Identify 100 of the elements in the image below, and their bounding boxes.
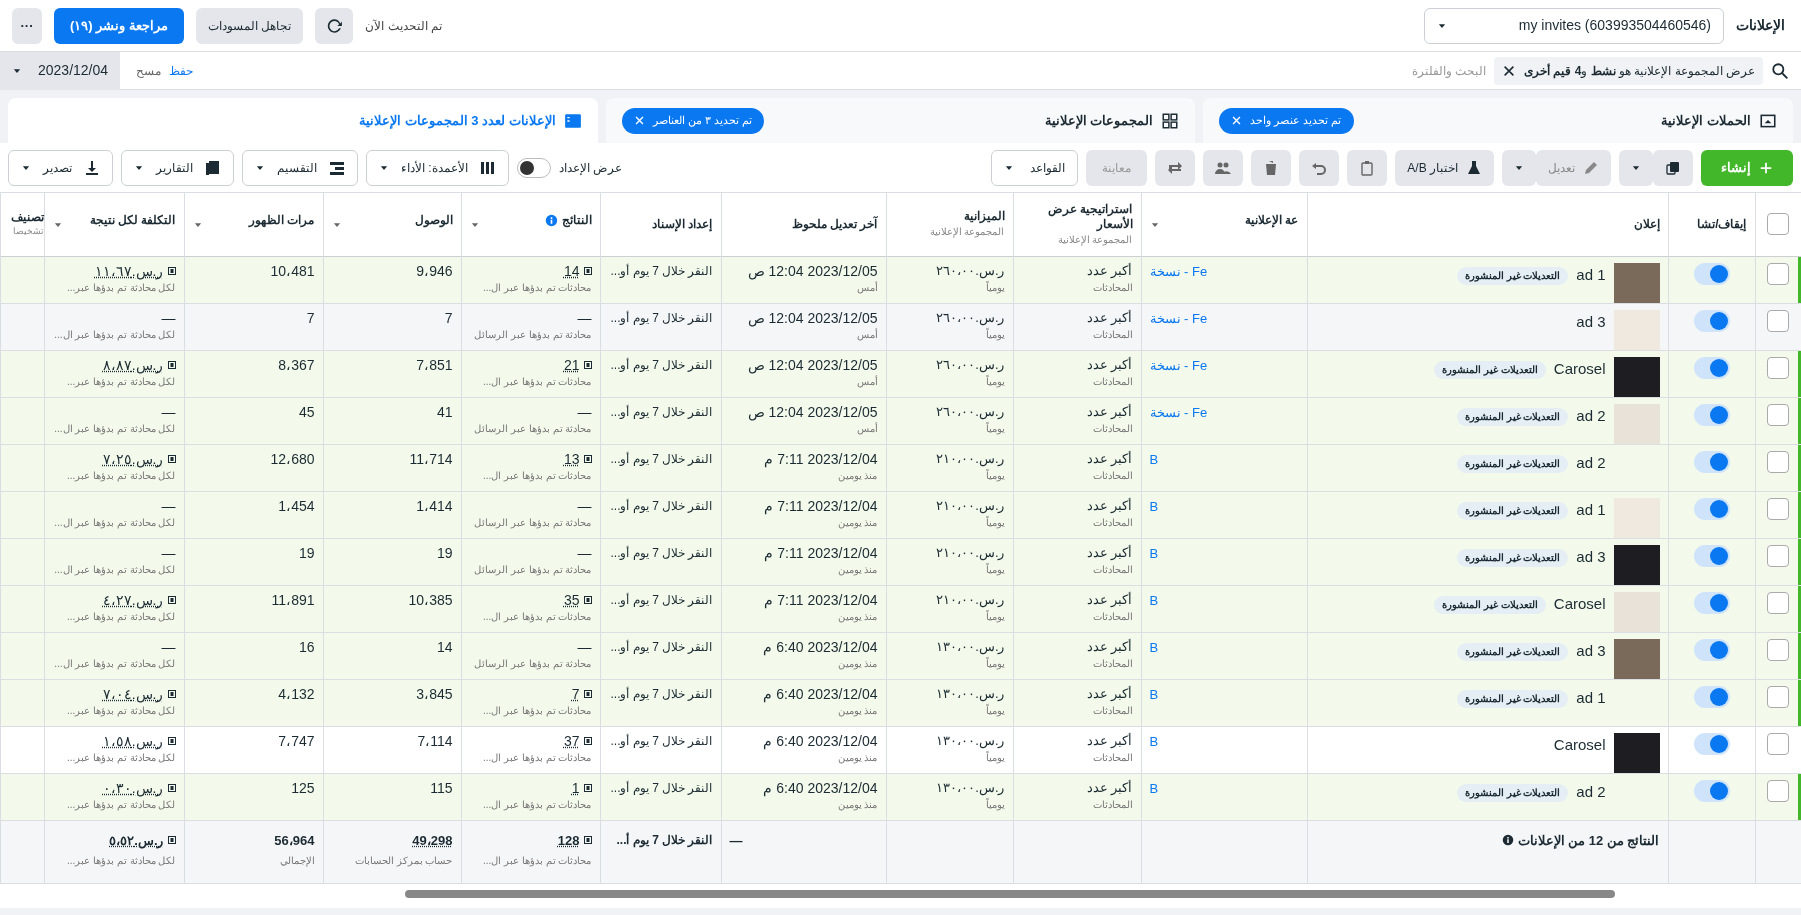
toggle-switch[interactable]: [1693, 732, 1730, 755]
ad-name[interactable]: Carosel: [1553, 595, 1606, 612]
undo-button[interactable]: [1299, 149, 1340, 186]
people-button[interactable]: [1203, 149, 1244, 186]
table-cell-text: يومياً: [984, 421, 1005, 435]
table-cell-text: ر.س.١٣٠،٠٠: [935, 732, 1005, 749]
ad-set-link[interactable]: Fe - نسخة: [1149, 263, 1208, 279]
table-cell-text: محادثات تم بدؤها عبر ال...: [482, 750, 592, 764]
table-row[interactable]: [0, 350, 1801, 397]
table-cell: —: [161, 309, 176, 326]
checkbox[interactable]: [1767, 356, 1790, 379]
selection-pill[interactable]: تم تحديد عنصر واحد: [1219, 107, 1354, 134]
ad-set-link[interactable]: B: [1149, 780, 1159, 796]
show-setup-switch[interactable]: [516, 157, 551, 178]
breakdown-dropdown[interactable]: التقسيم: [242, 149, 358, 186]
plus-icon: [1759, 160, 1773, 175]
ad-name[interactable]: ad 3: [1576, 548, 1606, 565]
table-cell-text: أكبر عدد: [1085, 685, 1133, 702]
table-cell-text: المحادثات: [1091, 280, 1133, 294]
ad-name[interactable]: Carosel: [1553, 736, 1606, 753]
date-dropdown[interactable]: 2023/12/04: [0, 51, 121, 90]
scrollbar-thumb[interactable]: [405, 889, 1615, 898]
checkbox[interactable]: [1767, 403, 1790, 426]
toggle-switch[interactable]: [1693, 450, 1730, 473]
table-cell-text: لكل محادثة تم بدؤها عبر ال...: [53, 327, 176, 341]
duplicate-button[interactable]: [1653, 149, 1693, 186]
checkbox[interactable]: [1767, 638, 1790, 661]
ad-set-link[interactable]: B: [1149, 545, 1159, 561]
tab[interactable]: المجموعات الإعلانية تم تحديد ٣ من العناصر: [605, 98, 1196, 143]
checkbox[interactable]: [1767, 262, 1790, 285]
table-cell-text: ر.س.٢١٠،٠٠: [935, 544, 1005, 561]
table-cell-text: يومياً: [984, 562, 1005, 576]
compare-icon: [583, 783, 592, 792]
ad-set-link[interactable]: Fe - نسخة: [1149, 357, 1208, 373]
toggle-switch[interactable]: [1693, 497, 1730, 520]
discard-drafts-button[interactable]: تجاهل المسودات: [195, 7, 304, 44]
table-cell-text: يومياً: [984, 468, 1005, 482]
ad-name[interactable]: ad 1: [1576, 266, 1606, 283]
table-cell-text: محادثات تم بدؤها عبر ال...: [482, 280, 592, 294]
ab-test-button[interactable]: اختبار A/B: [1395, 149, 1494, 186]
review-publish-button[interactable]: مراجعة ونشر (١٩): [54, 7, 184, 44]
checkbox[interactable]: [1767, 544, 1790, 567]
ad-set-link[interactable]: B: [1149, 498, 1159, 514]
ad-set-link[interactable]: B: [1149, 592, 1159, 608]
ad-set-link[interactable]: B: [1149, 639, 1159, 655]
selection-pill[interactable]: تم تحديد ٣ من العناصر: [621, 107, 764, 134]
toggle-switch[interactable]: [1693, 356, 1730, 379]
toggle-switch[interactable]: [1693, 779, 1730, 802]
share-button[interactable]: [1155, 149, 1196, 186]
table-cell-text: 2023/12/04 7:11 م: [763, 591, 878, 608]
table-cell-text: النقر خلال 7 يوم أو...: [609, 450, 713, 467]
ad-name[interactable]: ad 3: [1576, 642, 1606, 659]
toggle-switch[interactable]: [1693, 262, 1730, 285]
refresh-button[interactable]: [315, 7, 354, 44]
ad-name[interactable]: ad 2: [1576, 407, 1606, 424]
ad-set-link[interactable]: Fe - نسخة: [1149, 310, 1208, 326]
account-dropdown[interactable]: my invites (603993504460546): [1424, 7, 1724, 44]
export-dropdown[interactable]: تصدير: [8, 149, 113, 186]
toggle-switch[interactable]: [1693, 309, 1730, 332]
table-cell-text: محادثة تم بدؤها عبر الرسائل: [473, 327, 592, 341]
toggle-switch[interactable]: [1693, 591, 1730, 614]
rules-button[interactable]: القواعد: [991, 149, 1079, 186]
table-cell-text: المحادثات: [1091, 703, 1133, 717]
clear-link[interactable]: مسح: [136, 61, 162, 80]
ad-set-link[interactable]: Fe - نسخة: [1149, 404, 1208, 420]
checkbox[interactable]: [1767, 685, 1790, 708]
ad-set-link[interactable]: B: [1149, 451, 1159, 467]
table-cell: ر.س.٧،٠٤: [102, 685, 164, 702]
checkbox[interactable]: [1767, 450, 1790, 473]
ad-name[interactable]: ad 1: [1576, 501, 1606, 518]
save-link[interactable]: حفظ: [169, 61, 194, 80]
filter-chip[interactable]: عرض المجموعة الإعلانية هو نشط و4 قيم أخرى: [1493, 56, 1763, 85]
search-field[interactable]: البحث والفلترة: [1185, 56, 1486, 85]
ad-name[interactable]: ad 2: [1576, 454, 1606, 471]
toggle-switch[interactable]: [1693, 544, 1730, 567]
reports-dropdown[interactable]: التقارير: [121, 149, 234, 186]
tab[interactable]: الحملات الإعلانية تم تحديد عنصر واحد: [1203, 98, 1793, 143]
toggle-switch[interactable]: [1693, 685, 1730, 708]
ad-name[interactable]: ad 3: [1576, 313, 1606, 330]
trash-button[interactable]: [1251, 149, 1292, 186]
toggle-switch[interactable]: [1693, 638, 1730, 661]
table-cell-text: لكل محادثة تم بدؤها عبر...: [66, 797, 176, 811]
ad-name[interactable]: ad 2: [1576, 783, 1606, 800]
checkbox[interactable]: [1767, 213, 1790, 236]
ad-name[interactable]: ad 1: [1576, 689, 1606, 706]
columns-dropdown[interactable]: الأعمدة: الأداء: [366, 149, 509, 186]
ad-set-link[interactable]: B: [1149, 686, 1159, 702]
checkbox[interactable]: [1767, 732, 1790, 755]
compare-icon: [167, 454, 176, 463]
clipboard-button[interactable]: [1347, 149, 1388, 186]
toggle-switch[interactable]: [1693, 403, 1730, 426]
ad-set-link[interactable]: B: [1149, 733, 1159, 749]
table-cell-text: لكل محادثة تم بدؤها عبر ال...: [53, 515, 176, 529]
checkbox[interactable]: [1767, 779, 1790, 802]
table-cell-text: 7: [305, 309, 315, 326]
checkbox[interactable]: [1767, 497, 1790, 520]
checkbox[interactable]: [1767, 309, 1790, 332]
more-button[interactable]: ···: [12, 7, 42, 44]
checkbox[interactable]: [1767, 591, 1790, 614]
ad-name[interactable]: Carosel: [1553, 360, 1606, 377]
